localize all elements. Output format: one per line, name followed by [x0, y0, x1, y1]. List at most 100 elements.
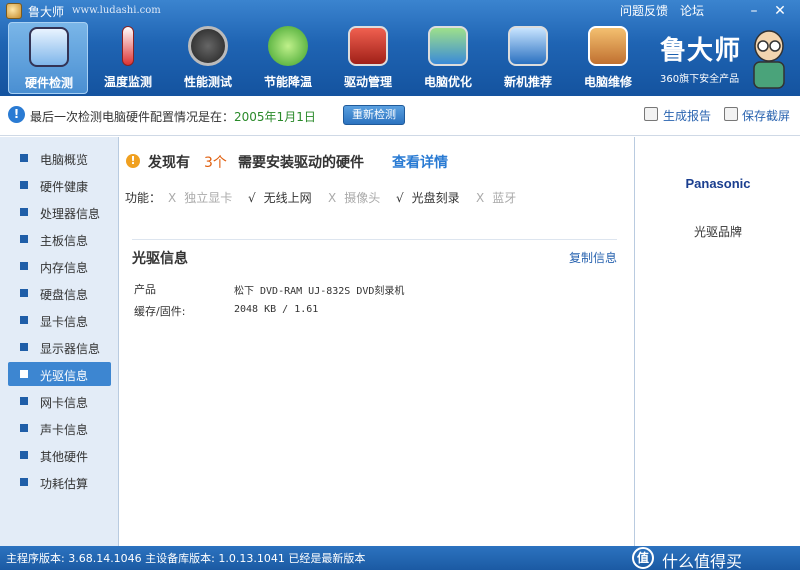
broom-monitor-icon	[428, 26, 468, 66]
nav-label: 电脑优化	[423, 75, 472, 89]
feature-label: 摄像头	[344, 191, 381, 205]
nav-label: 硬件检测	[24, 76, 73, 90]
divider	[132, 239, 617, 240]
feature-discrete-gpu: X 独立显卡	[168, 189, 232, 206]
brand: 鲁大师 360旗下安全产品	[656, 30, 796, 92]
sidebar-item-label: 硬件健康	[40, 180, 89, 194]
sidebar-item-overview[interactable]: 电脑概览	[8, 146, 111, 170]
nav-repair[interactable]: 电脑维修	[568, 22, 648, 94]
nav-label: 温度监测	[103, 75, 152, 89]
minimize-icon[interactable]: –	[744, 2, 764, 20]
thermometer-icon	[122, 26, 134, 66]
copy-info-link[interactable]: 复制信息	[569, 249, 617, 266]
feature-label: 无线上网	[263, 191, 312, 205]
sidebar-item-sound[interactable]: 声卡信息	[8, 416, 111, 440]
clover-icon	[268, 26, 308, 66]
feature-label: 独立显卡	[184, 191, 233, 205]
house-icon	[588, 26, 628, 66]
sidebar-item-label: 功耗估算	[40, 477, 89, 491]
bullet-icon	[20, 289, 28, 297]
sidebar-item-label: 光驱信息	[40, 369, 89, 383]
sidebar-item-gpu[interactable]: 显卡信息	[8, 308, 111, 332]
sidebar-item-label: 显卡信息	[40, 315, 89, 329]
sidebar-item-label: 网卡信息	[40, 396, 89, 410]
nav-temperature[interactable]: 温度监测	[88, 22, 168, 94]
app-logo-icon	[6, 3, 22, 19]
watermark-badge-icon: 值	[632, 547, 654, 569]
sidebar-item-disk[interactable]: 硬盘信息	[8, 281, 111, 305]
found-count: 3个	[204, 155, 227, 171]
check-icon: √	[248, 191, 256, 205]
feature-wireless: √ 无线上网	[248, 189, 312, 206]
monitor-magnifier-icon	[29, 27, 69, 67]
award-monitor-icon	[508, 26, 548, 66]
main-panel: ! 发现有 3个 需要安装驱动的硬件 查看详情 功能： X 独立显卡 √ 无线上网 …	[120, 137, 634, 546]
found-prefix: 发现有	[148, 155, 190, 171]
nav-label: 电脑维修	[583, 75, 632, 89]
sidebar-item-label: 内存信息	[40, 261, 89, 275]
nav-drivers[interactable]: 驱动管理	[328, 22, 408, 94]
sidebar-item-label: 硬盘信息	[40, 288, 89, 302]
bullet-icon	[20, 235, 28, 243]
view-details-link[interactable]: 查看详情	[392, 152, 448, 172]
sidebar-item-optical-drive[interactable]: 光驱信息	[8, 362, 111, 386]
row-value-cache: 2048 KB / 1.61	[234, 304, 319, 315]
recheck-button[interactable]: 重新检测	[343, 105, 405, 125]
mascot-icon	[753, 30, 785, 89]
brand-name: 鲁大师	[660, 36, 742, 66]
nav-label: 新机推荐	[503, 75, 552, 89]
bullet-icon	[20, 154, 28, 162]
nav-optimize[interactable]: 电脑优化	[408, 22, 488, 94]
brand-panel: Panasonic 光驱品牌	[634, 137, 800, 546]
bullet-icon	[20, 316, 28, 324]
report-icon	[644, 107, 658, 121]
save-screenshot-link[interactable]: 保存截屏	[742, 107, 790, 124]
speedometer-icon	[188, 26, 228, 66]
sidebar-item-label: 主板信息	[40, 234, 89, 248]
feature-bluetooth: X 蓝牙	[476, 189, 516, 206]
found-suffix: 需要安装驱动的硬件	[238, 155, 364, 171]
functions-label: 功能：	[125, 191, 162, 205]
sidebar-item-monitor[interactable]: 显示器信息	[8, 335, 111, 359]
panasonic-logo: Panasonic	[685, 176, 751, 191]
feature-label: 光盘刻录	[411, 191, 460, 205]
bullet-icon	[20, 343, 28, 351]
sidebar-item-label: 声卡信息	[40, 423, 89, 437]
nav-performance[interactable]: 性能测试	[168, 22, 248, 94]
bullet-icon	[20, 424, 28, 432]
last-check-label: 最后一次检测电脑硬件配置情况是在：	[30, 110, 235, 124]
feature-camera: X 摄像头	[328, 189, 380, 206]
forum-link[interactable]: 论坛	[680, 2, 704, 19]
nav-hardware-detect[interactable]: 硬件检测	[8, 22, 88, 94]
warning-icon: !	[126, 154, 140, 168]
sidebar-item-health[interactable]: 硬件健康	[8, 173, 111, 197]
sidebar-item-other[interactable]: 其他硬件	[8, 443, 111, 467]
sidebar-item-power[interactable]: 功耗估算	[8, 470, 111, 494]
close-icon[interactable]: ✕	[770, 2, 790, 20]
nav-label: 节能降温	[263, 75, 312, 89]
cross-icon: X	[168, 191, 177, 205]
sidebar-item-cpu[interactable]: 处理器信息	[8, 200, 111, 224]
sidebar-item-memory[interactable]: 内存信息	[8, 254, 111, 278]
sidebar-item-motherboard[interactable]: 主板信息	[8, 227, 111, 251]
bullet-icon	[20, 451, 28, 459]
sidebar-item-label: 处理器信息	[40, 207, 101, 221]
sidebar-item-network[interactable]: 网卡信息	[8, 389, 111, 413]
feature-disc-burning: √ 光盘刻录	[396, 189, 460, 206]
brand-subtitle: 360旗下安全产品	[660, 74, 740, 85]
generate-report-link[interactable]: 生成报告	[663, 107, 711, 124]
sidebar-item-label: 其他硬件	[40, 450, 89, 464]
nav-energy[interactable]: 节能降温	[248, 22, 328, 94]
cross-icon: X	[476, 191, 485, 205]
info-bar: ! 最后一次检测电脑硬件配置情况是在：2005年1月1日 重新检测 生成报告 保…	[0, 96, 800, 136]
check-icon: √	[396, 191, 404, 205]
bullet-icon	[20, 208, 28, 216]
bullet-icon	[20, 478, 28, 486]
nav-new-pc[interactable]: 新机推荐	[488, 22, 568, 94]
bullet-icon	[20, 262, 28, 270]
nav-label: 驱动管理	[343, 75, 392, 89]
feedback-link[interactable]: 问题反馈	[620, 2, 668, 19]
bullet-icon	[20, 397, 28, 405]
nav-label: 性能测试	[183, 75, 232, 89]
toolbox-icon	[348, 26, 388, 66]
